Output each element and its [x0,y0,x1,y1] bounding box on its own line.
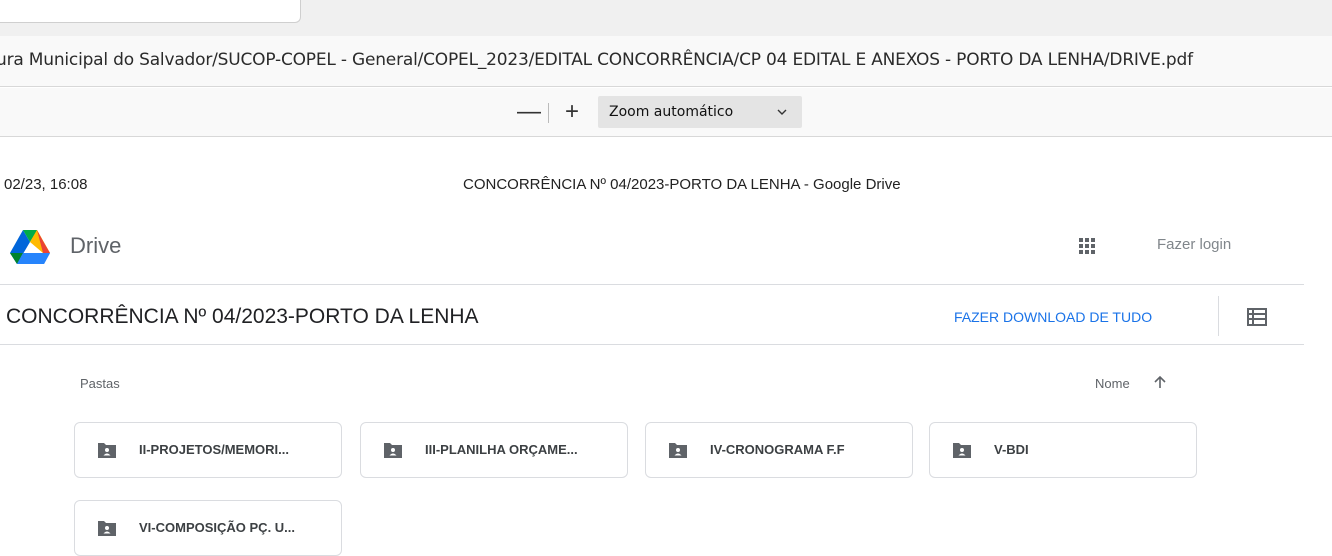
header-divider [0,284,1304,285]
folder-name: II-PROJETOS/MEMORI... [139,442,290,457]
page-title: CONCORRÊNCIA Nº 04/2023-PORTO DA LENHA [6,305,479,328]
shared-folder-icon [98,443,116,458]
print-title: CONCORRÊNCIA Nº 04/2023-PORTO DA LENHA -… [463,176,901,193]
shared-folder-icon [98,521,116,536]
chevron-down-icon [777,109,787,115]
section-label: Pastas [80,376,120,391]
print-date: 02/23, 16:08 [4,176,88,193]
zoom-separator [548,103,549,123]
folder-name: III-PLANILHA ORÇAME... [425,442,578,457]
zoom-value: Zoom automático [609,104,734,120]
folder-card[interactable]: III-PLANILHA ORÇAME... [360,422,628,478]
browser-tab[interactable] [0,0,301,23]
login-link[interactable]: Fazer login [1157,236,1231,253]
folder-card[interactable]: II-PROJETOS/MEMORI... [74,422,342,478]
arrow-up-icon[interactable] [1152,374,1168,390]
folder-name: IV-CRONOGRAMA F.F [710,442,845,457]
folder-name: VI-COMPOSIÇÃO PÇ. U... [139,520,296,535]
drive-app-name: Drive [70,233,122,258]
download-all-button[interactable]: FAZER DOWNLOAD DE TUDO [954,309,1152,325]
shared-folder-icon [384,443,402,458]
folder-card[interactable]: VI-COMPOSIÇÃO PÇ. U... [74,500,342,556]
shared-folder-icon [953,443,971,458]
google-drive-logo-icon [10,230,50,264]
folder-card[interactable]: IV-CRONOGRAMA F.F [645,422,913,478]
shared-folder-icon [669,443,687,458]
sort-by-name[interactable]: Nome [1095,376,1130,391]
list-view-icon[interactable] [1247,308,1267,326]
zoom-out-button[interactable]: — [517,97,541,127]
folder-card[interactable]: V-BDI [929,422,1197,478]
toolbar-divider [1218,296,1219,336]
folder-name: V-BDI [994,442,1029,457]
file-path-text: ura Municipal do Salvador/SUCOP-COPEL - … [0,50,1193,70]
zoom-in-button[interactable]: + [560,97,584,127]
title-divider [0,344,1304,345]
apps-grid-icon[interactable] [1077,236,1097,256]
zoom-select[interactable]: Zoom automático [598,96,802,128]
